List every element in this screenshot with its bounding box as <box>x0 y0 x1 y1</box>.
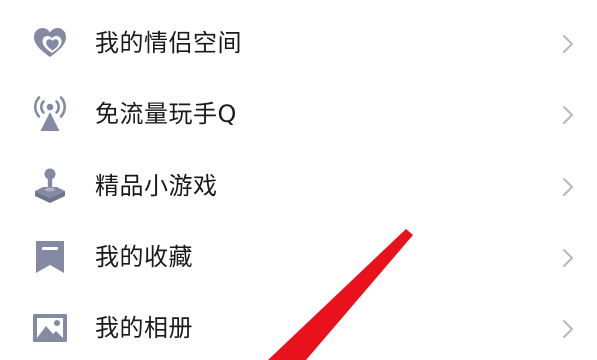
broadcast-signal-icon <box>30 94 70 134</box>
chevron-right-icon <box>561 176 575 198</box>
menu-item-favorites[interactable]: 我的收藏 <box>0 219 597 291</box>
joystick-icon <box>30 166 70 206</box>
menu-item-mini-games[interactable]: 精品小游戏 <box>0 148 597 220</box>
photo-album-icon <box>30 308 70 348</box>
chevron-right-icon <box>561 104 575 126</box>
menu-item-photo-album[interactable]: 我的相册 <box>0 290 597 360</box>
settings-screen: 我的情侣空间 免流量玩手Q 精品小游戏 我的收藏 我的相册 <box>0 0 597 360</box>
chevron-right-icon <box>561 318 575 340</box>
couple-heart-icon <box>30 23 70 63</box>
chevron-right-icon <box>561 247 575 269</box>
menu-item-free-data-qq[interactable]: 免流量玩手Q <box>0 76 597 148</box>
chevron-right-icon <box>561 33 575 55</box>
bookmark-icon <box>30 237 70 277</box>
menu-item-label: 我的收藏 <box>95 243 193 271</box>
menu-item-label: 我的相册 <box>95 314 193 342</box>
menu-item-label: 免流量玩手Q <box>95 100 237 128</box>
menu-item-couple-space[interactable]: 我的情侣空间 <box>0 5 597 77</box>
menu-item-label: 精品小游戏 <box>95 172 218 200</box>
menu-item-label: 我的情侣空间 <box>95 29 242 57</box>
